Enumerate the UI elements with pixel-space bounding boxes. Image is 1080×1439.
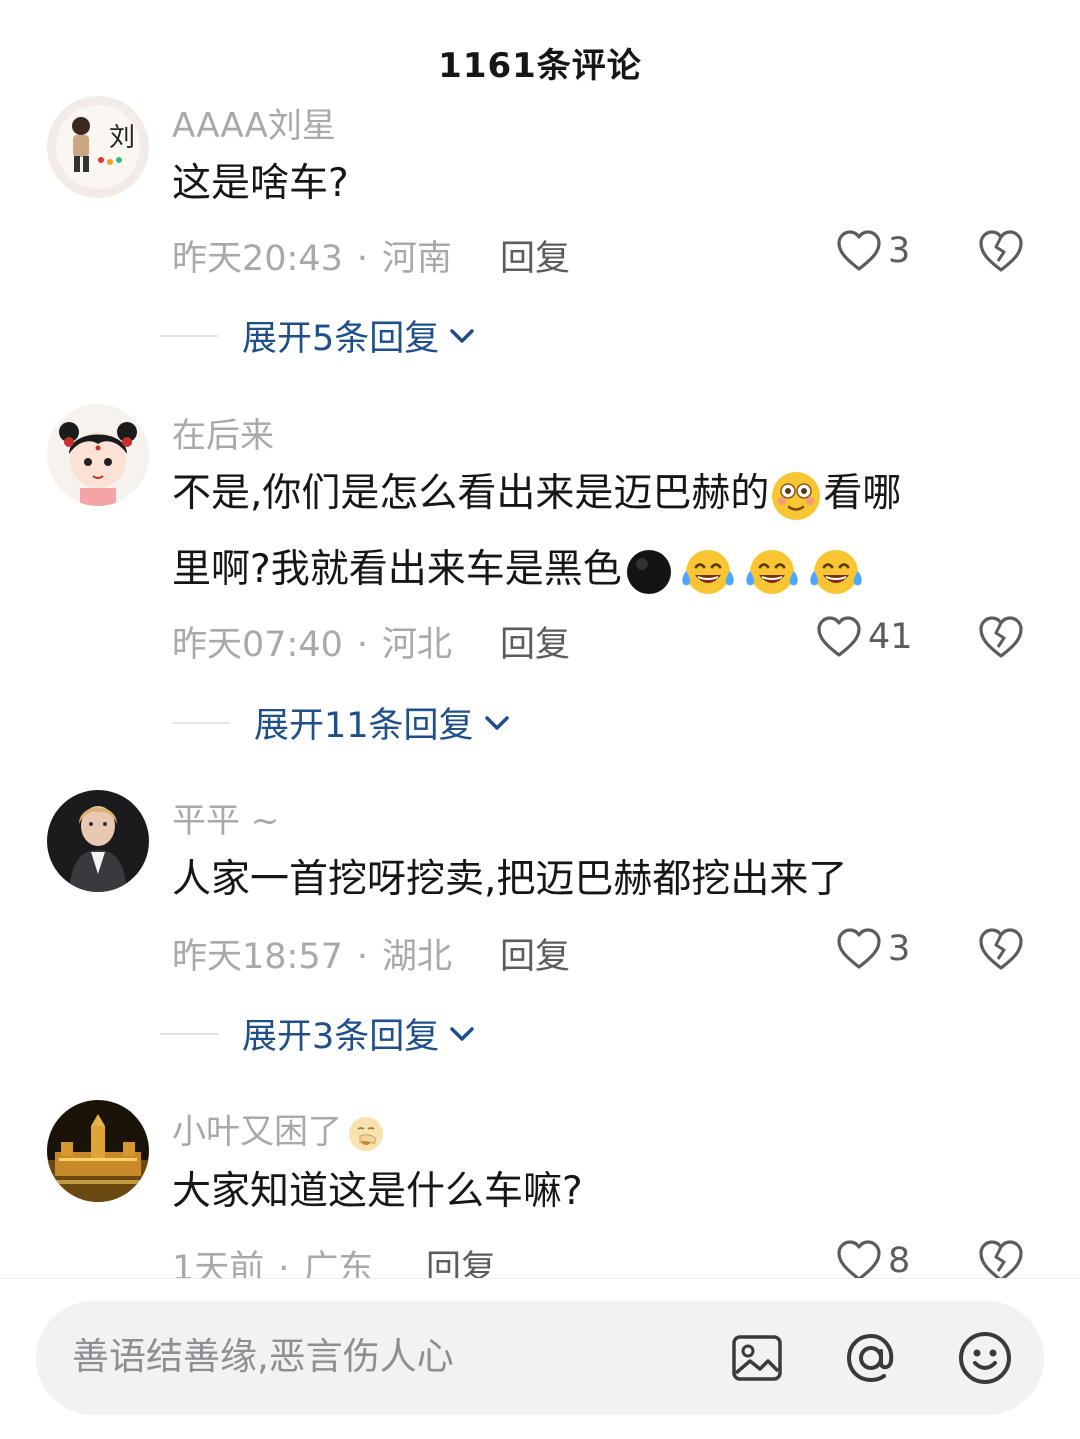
input-bar-divider <box>0 1278 1080 1279</box>
broken-heart-icon[interactable] <box>977 926 1025 972</box>
chevron-down-icon <box>450 328 475 343</box>
expand-replies-label: 展开5条回复 <box>242 319 440 359</box>
black-circle-emoji-icon <box>626 549 671 594</box>
avatar[interactable]: 刘 <box>47 96 149 198</box>
reply-button[interactable]: 回复 <box>426 1240 496 1278</box>
comment-text: 人家一首挖呀挖卖,把迈巴赫都挖出来了 <box>172 857 848 902</box>
avatar-image: 刘 <box>47 96 149 198</box>
comment-text: 不是,你们是怎么看出来是迈巴赫的 看哪 里啊?我就看出来车是黑色 <box>172 456 1022 608</box>
avatar[interactable] <box>47 790 149 892</box>
comment-text-line2: 里啊?我就看出来车是黑色 <box>172 547 622 592</box>
username-text: 小叶又困了 <box>172 1112 342 1152</box>
yawning-emoji-icon <box>349 1116 383 1151</box>
comment-list[interactable]: 刘 AAAA刘星 这是啥车? 昨天20:43 · 河南 回复 3 展开5条回复 <box>0 0 1080 1278</box>
chevron-down-icon <box>484 715 509 730</box>
heart-outline-icon <box>817 616 861 657</box>
at-icon[interactable] <box>842 1329 900 1387</box>
comment-meta: 昨天20:43 · 河南 <box>172 230 452 281</box>
broken-heart-icon[interactable] <box>977 1238 1025 1278</box>
like-count: 8 <box>888 1241 911 1278</box>
comment-username[interactable]: 平平 ~ <box>172 793 279 842</box>
like-button[interactable]: 41 <box>816 612 913 662</box>
reply-button[interactable]: 回复 <box>500 928 570 979</box>
comment-username[interactable]: AAAA刘星 <box>172 98 336 147</box>
avatar[interactable] <box>47 1100 149 1202</box>
avatar-image <box>47 1100 149 1202</box>
comment-text: 大家知道这是什么车嘛? <box>172 1169 583 1214</box>
tears-of-joy-emoji-icon <box>682 549 734 594</box>
comment-time: 1天前 <box>172 1249 265 1278</box>
like-count: 41 <box>868 617 913 657</box>
avatar[interactable] <box>47 404 149 506</box>
comment-text-line1-tail: 看哪 <box>823 471 902 516</box>
expand-replies-button[interactable]: 展开11条回复 <box>172 697 512 748</box>
avatar-logo-text: 刘 <box>109 123 135 153</box>
chevron-down-icon <box>450 1026 475 1041</box>
embarrassed-emoji-icon <box>772 471 821 520</box>
comment-meta: 昨天18:57 · 湖北 <box>172 928 452 979</box>
comment-username[interactable]: 在后来 <box>172 408 274 457</box>
comment-meta: 1天前 · 广东 <box>172 1240 373 1278</box>
broken-heart-icon[interactable] <box>977 228 1025 274</box>
meta-separator: · <box>356 937 369 977</box>
expand-replies-button[interactable]: 展开5条回复 <box>160 310 477 361</box>
reply-button[interactable]: 回复 <box>500 616 570 667</box>
heart-outline-icon <box>837 230 881 271</box>
comment-text: 这是啥车? <box>172 161 349 206</box>
image-icon[interactable] <box>728 1329 786 1387</box>
comment-time: 昨天18:57 <box>172 937 343 977</box>
comment-time: 昨天20:43 <box>172 239 343 279</box>
comment-input[interactable] <box>72 1335 692 1378</box>
meta-separator: · <box>278 1249 290 1278</box>
divider-line <box>160 334 218 337</box>
meta-separator: · <box>356 625 369 665</box>
avatar-image <box>47 790 149 892</box>
divider-line <box>160 1032 218 1035</box>
expand-replies-label: 展开11条回复 <box>254 706 474 746</box>
heart-outline-icon <box>837 1240 881 1278</box>
like-button[interactable]: 8 <box>836 1236 910 1278</box>
heart-outline-icon <box>837 928 881 969</box>
comment-location: 河南 <box>382 239 453 279</box>
comment-time: 昨天07:40 <box>172 625 343 665</box>
reply-button[interactable]: 回复 <box>500 230 570 281</box>
tears-of-joy-emoji-icon <box>746 549 798 594</box>
like-count: 3 <box>888 231 911 271</box>
avatar-image <box>47 404 149 506</box>
comment-meta: 昨天07:40 · 河北 <box>172 616 452 667</box>
meta-separator: · <box>356 239 369 279</box>
broken-heart-icon[interactable] <box>977 614 1025 660</box>
divider-line <box>172 721 230 724</box>
like-count: 3 <box>888 929 911 969</box>
like-button[interactable]: 3 <box>836 226 910 276</box>
tears-of-joy-emoji-icon <box>810 549 862 594</box>
comment-input-bar[interactable] <box>36 1301 1044 1415</box>
comment-username[interactable]: 小叶又困了 <box>172 1104 386 1154</box>
comment-location: 河北 <box>382 625 453 665</box>
expand-replies-button[interactable]: 展开3条回复 <box>160 1008 477 1059</box>
like-button[interactable]: 3 <box>836 924 910 974</box>
expand-replies-label: 展开3条回复 <box>242 1017 440 1057</box>
comment-location: 湖北 <box>382 937 453 977</box>
comment-location: 广东 <box>303 1249 374 1278</box>
emoji-smile-icon[interactable] <box>956 1329 1014 1387</box>
comment-text-line1: 不是,你们是怎么看出来是迈巴赫的 <box>172 471 770 516</box>
